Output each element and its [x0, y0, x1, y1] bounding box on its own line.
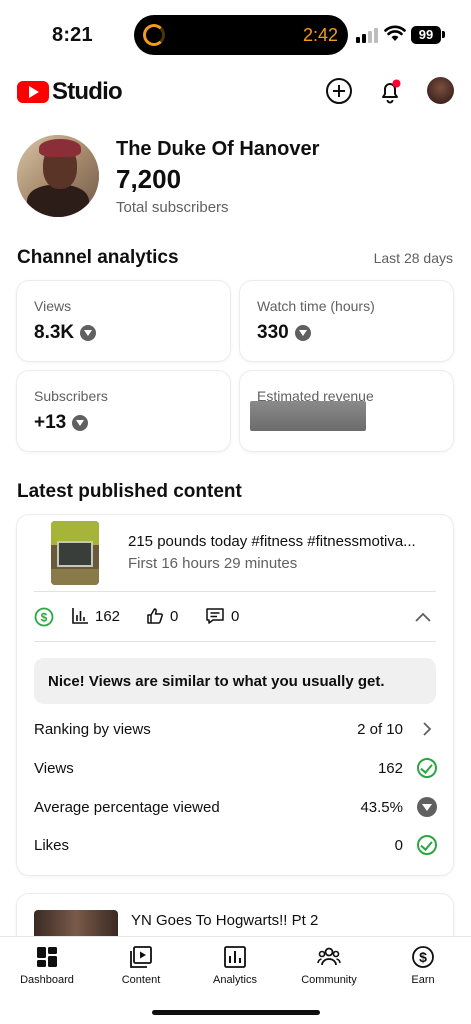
- island-timer: 2:42: [302, 25, 338, 45]
- chevron-right-icon: [423, 722, 432, 736]
- redacted-value: [250, 401, 366, 431]
- dynamic-island: 2:42: [134, 15, 348, 55]
- metric-number: +13: [34, 412, 67, 433]
- bell-icon[interactable]: [375, 76, 405, 106]
- metric-label: Watch time (hours): [257, 298, 375, 314]
- battery-nub: [442, 31, 445, 38]
- dollar-circle-icon: $: [34, 607, 54, 627]
- monetization-status: $: [34, 607, 60, 627]
- home-indicator: [152, 1010, 320, 1015]
- status-bar: 8:21 2:42 99: [0, 0, 471, 66]
- ranking-row[interactable]: Ranking by views 2 of 10: [34, 713, 437, 751]
- views-metric-card[interactable]: Views 8.3K: [17, 281, 230, 361]
- trend-down-icon: [72, 415, 89, 431]
- cellular-signal-icon: [356, 28, 378, 43]
- video-likes-stat: 0: [146, 607, 178, 625]
- row-label: Ranking by views: [34, 721, 151, 738]
- video-comments-stat: 0: [205, 607, 239, 625]
- studio-dashboard: 8:21 2:42 99 Studio The Duke Of Hanover …: [0, 0, 471, 1024]
- subscribers-metric-card[interactable]: Subscribers +13: [17, 371, 230, 451]
- youtube-play-icon: [17, 81, 49, 103]
- row-value: 2 of 10: [357, 721, 403, 738]
- earn-icon: $: [412, 946, 434, 968]
- video-thumbnail[interactable]: [51, 521, 99, 585]
- channel-avatar[interactable]: [17, 135, 99, 217]
- metric-label: Views: [34, 298, 72, 314]
- watch-time-metric-card[interactable]: Watch time (hours) 330: [240, 281, 453, 361]
- check-circle-icon: [417, 835, 437, 855]
- wifi-icon: [384, 25, 406, 41]
- views-count: 162: [95, 607, 121, 625]
- nav-earn[interactable]: $ Earn: [376, 945, 470, 986]
- row-label: Average percentage viewed: [34, 799, 220, 816]
- down-arrow-icon: [417, 797, 437, 817]
- nav-label: Content: [121, 974, 161, 986]
- nav-dashboard[interactable]: Dashboard: [0, 945, 94, 986]
- metric-value: +13: [34, 412, 89, 434]
- bar-chart-icon: [72, 608, 88, 624]
- avatar-body: [27, 185, 89, 217]
- nav-community[interactable]: Community: [282, 945, 376, 986]
- video-title[interactable]: 215 pounds today #fitness #fitnessmotiva…: [128, 533, 438, 550]
- thumb-part: [51, 569, 99, 585]
- comment-icon: [206, 608, 224, 624]
- youtube-studio-logo[interactable]: Studio: [17, 78, 123, 106]
- subscriber-label: Total subscribers: [116, 199, 229, 216]
- channel-name: The Duke Of Hanover: [116, 138, 320, 160]
- nav-analytics[interactable]: Analytics: [188, 945, 282, 986]
- row-value: 43.5%: [360, 799, 403, 816]
- avg-percentage-row: Average percentage viewed 43.5%: [34, 791, 437, 829]
- divider: [34, 641, 436, 642]
- video-title: YN Goes To Hogwarts!! Pt 2: [131, 912, 319, 929]
- check-circle-icon: [417, 758, 437, 778]
- likes-row: Likes 0: [34, 829, 437, 867]
- analytics-icon: [224, 946, 246, 968]
- trend-down-icon: [294, 325, 311, 341]
- thumb-up-icon: [147, 608, 163, 624]
- avatar-hat: [39, 139, 81, 157]
- metric-label: Subscribers: [34, 388, 108, 404]
- nav-label: Dashboard: [20, 974, 74, 986]
- row-label: Views: [34, 760, 74, 777]
- battery-indicator: 99: [411, 26, 441, 44]
- dashboard-icon: [37, 947, 57, 967]
- status-time: 8:21: [52, 24, 93, 46]
- metric-number: 8.3K: [34, 322, 75, 343]
- metric-value: 330: [257, 322, 311, 344]
- content-icon: [130, 946, 152, 968]
- nav-label: Earn: [411, 974, 435, 986]
- video-period: First 16 hours 29 minutes: [128, 555, 298, 572]
- add-circle-icon[interactable]: [324, 76, 354, 106]
- account-avatar[interactable]: [427, 77, 454, 104]
- divider: [34, 591, 436, 592]
- metric-value: 8.3K: [34, 322, 97, 344]
- metric-number: 330: [257, 322, 289, 343]
- likes-count: 0: [170, 607, 179, 625]
- nav-label: Community: [301, 974, 357, 986]
- thumb-part: [57, 541, 93, 567]
- comments-count: 0: [231, 607, 240, 625]
- row-value: 0: [394, 837, 403, 854]
- nav-content[interactable]: Content: [94, 945, 188, 986]
- performance-callout: Nice! Views are similar to what you usua…: [34, 658, 436, 704]
- timer-ring-icon: [143, 24, 165, 46]
- chevron-up-icon[interactable]: [414, 611, 432, 623]
- community-icon: [317, 947, 341, 966]
- latest-content-title: Latest published content: [17, 481, 242, 502]
- revenue-metric-card[interactable]: Estimated revenue: [240, 371, 453, 451]
- video-views-stat: 162: [71, 607, 120, 625]
- row-value: 162: [377, 760, 403, 777]
- svg-text:$: $: [41, 611, 48, 625]
- nav-label: Analytics: [212, 974, 258, 986]
- row-label: Likes: [34, 837, 70, 854]
- app-name: Studio: [52, 78, 123, 105]
- analytics-title: Channel analytics: [17, 247, 179, 268]
- trend-down-icon: [80, 325, 97, 341]
- app-header: Studio: [0, 66, 471, 118]
- svg-text:$: $: [419, 949, 427, 965]
- latest-video-card: 215 pounds today #fitness #fitnessmotiva…: [17, 515, 453, 875]
- analytics-range: Last 28 days: [373, 250, 453, 266]
- subscriber-count: 7,200: [116, 164, 182, 194]
- views-row: Views 162: [34, 752, 437, 790]
